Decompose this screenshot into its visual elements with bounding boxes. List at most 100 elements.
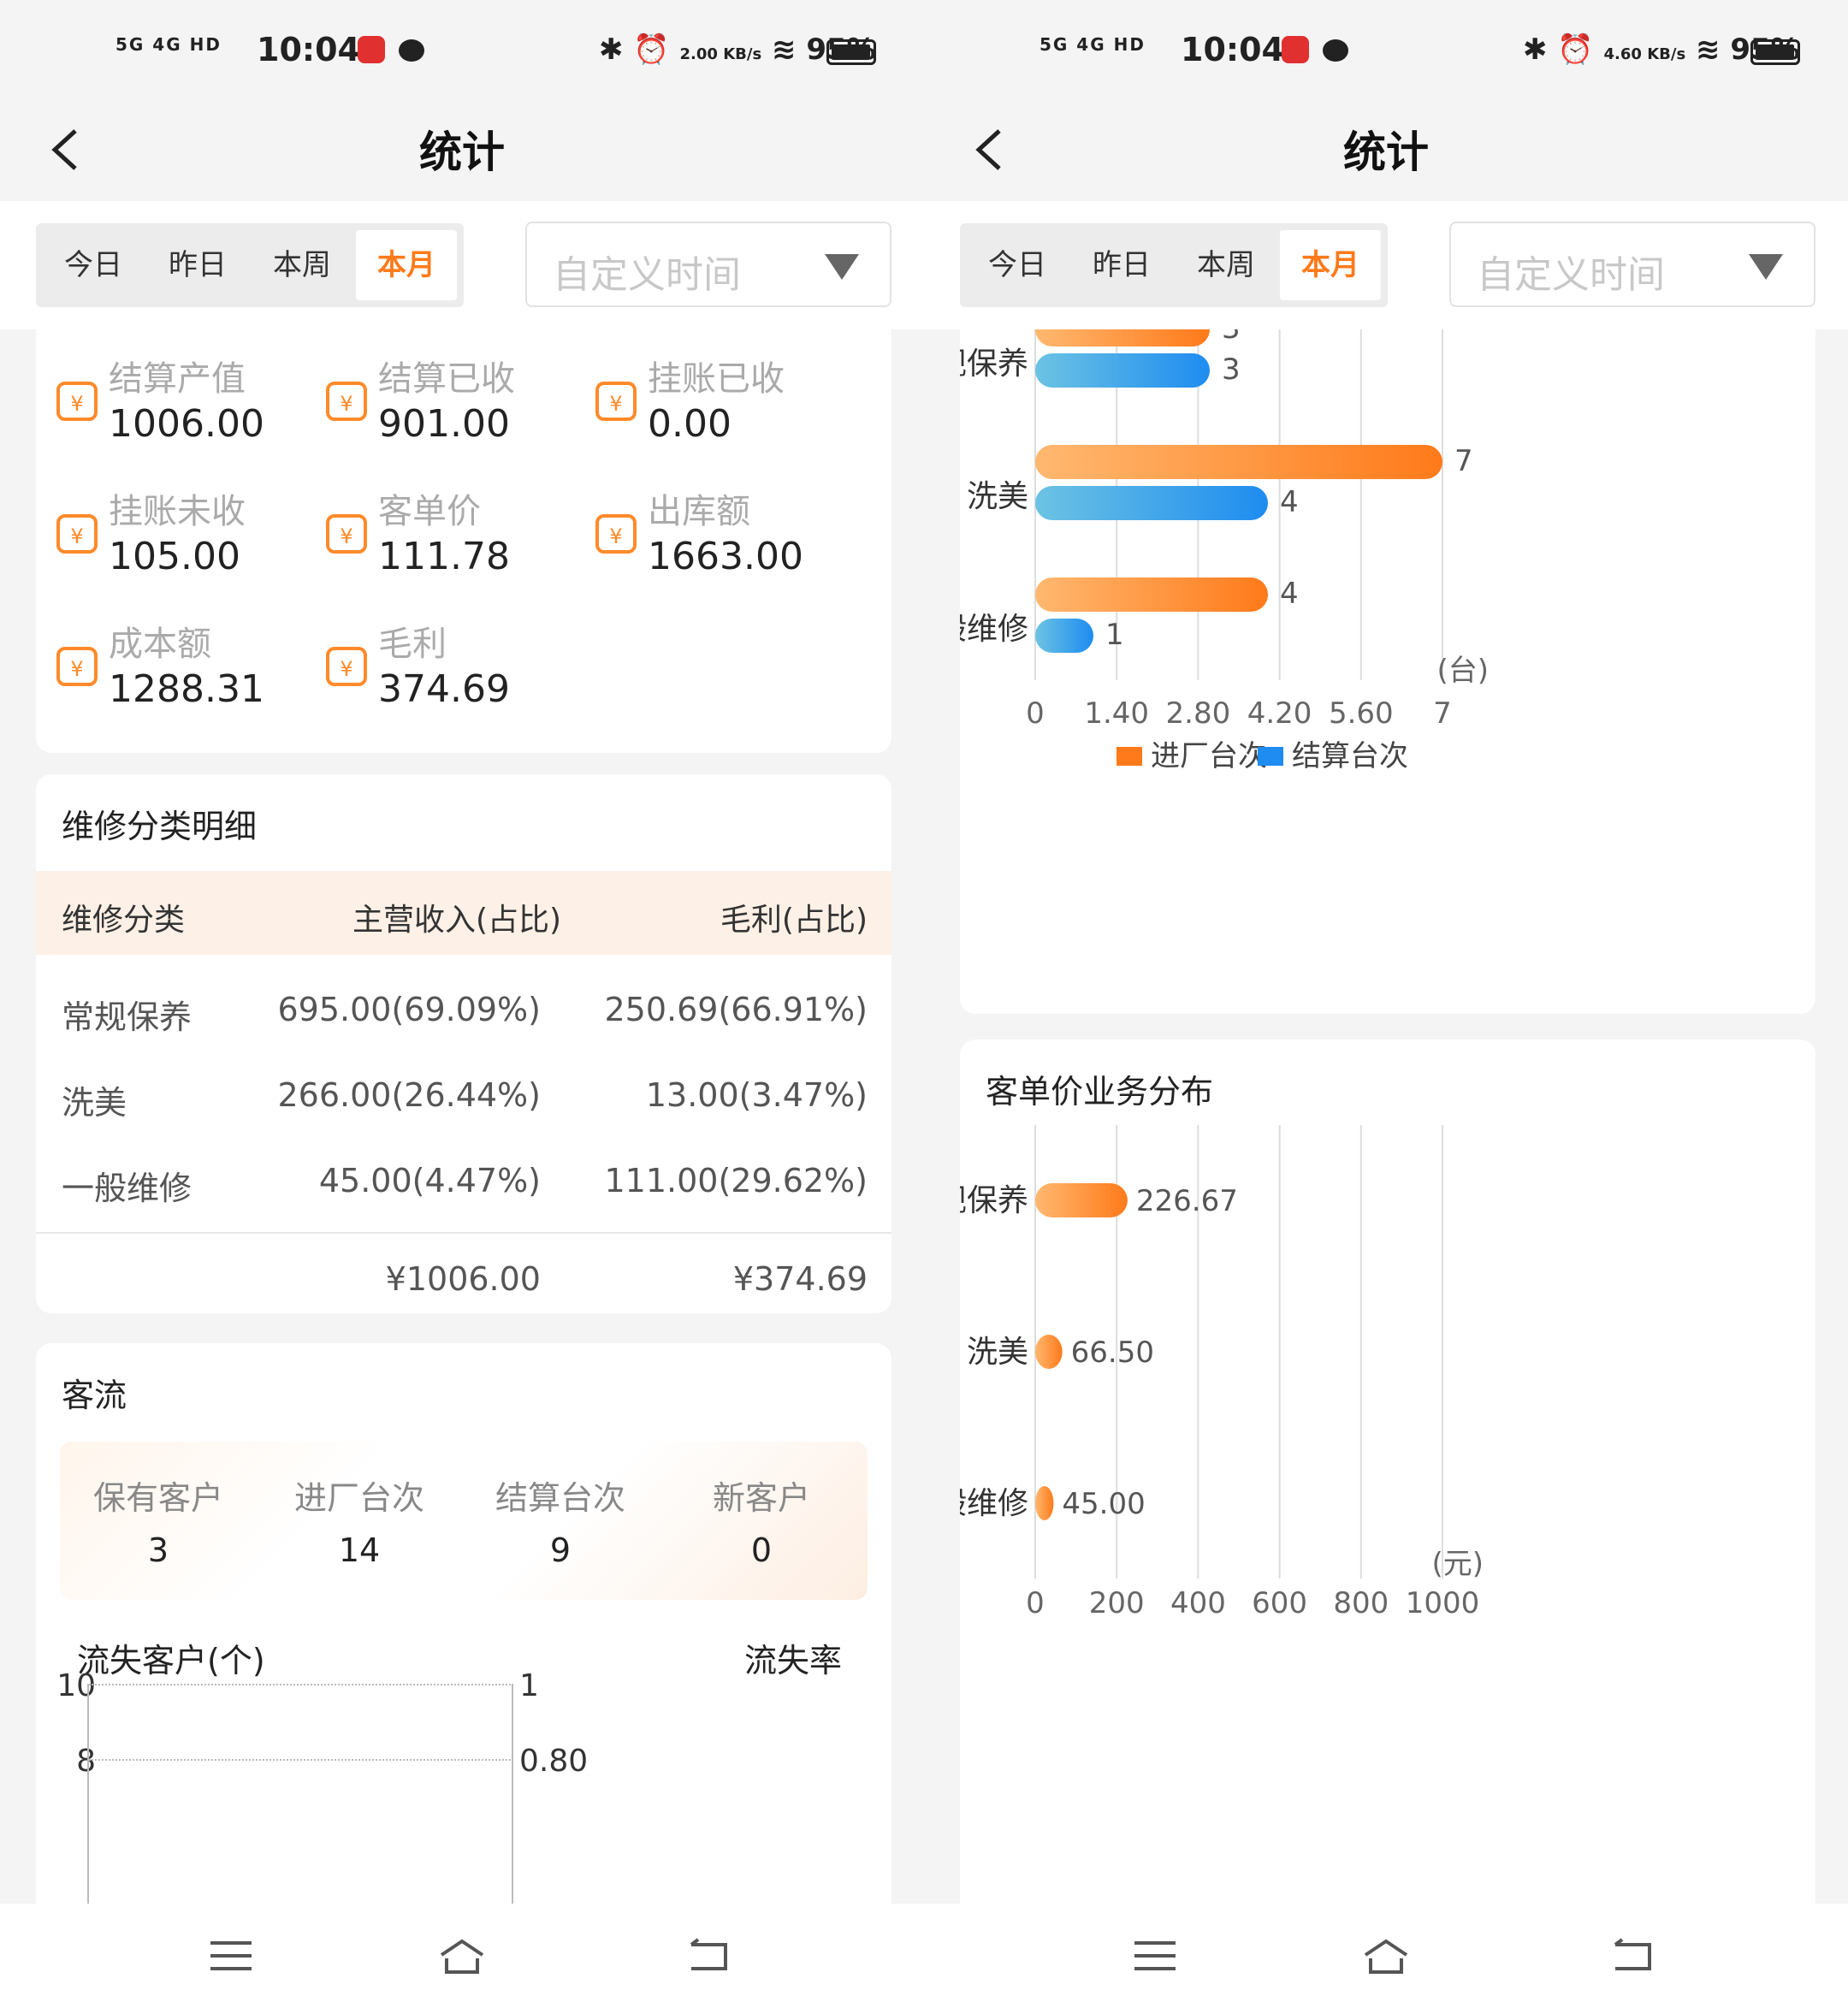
- custom-time-dropdown[interactable]: 自定义时间: [1449, 222, 1815, 307]
- tab-this-month[interactable]: 本月: [356, 230, 457, 300]
- period-tabs: 今日 昨日 本周 本月: [960, 223, 1388, 307]
- status-time: 10:04: [1181, 31, 1284, 68]
- custom-time-dropdown[interactable]: 自定义时间: [525, 222, 891, 307]
- traffic-card: 客流 保有客户 3 进厂台次 14 结算台次 9 新客户 0 流失客户(个) 流…: [36, 1343, 891, 1904]
- bar-value-label: 4: [1280, 485, 1299, 519]
- tab-today[interactable]: 今日: [43, 230, 144, 300]
- scroll-content[interactable]: ¥ 结算产值 1006.00 ¥ 结算已收 901.00 ¥ 挂账已收 0.00 ¥ 挂账未收 105…: [0, 329, 924, 1904]
- calendar-yuan-check-icon: ¥: [595, 382, 637, 421]
- tab-this-month[interactable]: 本月: [1280, 230, 1381, 300]
- svg-text:¥: ¥: [340, 392, 352, 416]
- kpi-value: 901.00: [378, 402, 510, 446]
- kpi-label: 挂账未收: [109, 492, 246, 531]
- category-label: 常规保养: [960, 1183, 1028, 1218]
- tab-today[interactable]: 今日: [967, 230, 1068, 300]
- tab-this-week[interactable]: 本周: [1176, 230, 1276, 300]
- table-total-row: ¥1006.00 ¥374.69: [36, 1236, 891, 1320]
- tab-yesterday[interactable]: 昨日: [1071, 230, 1172, 300]
- x-tick-label: 800: [1333, 1586, 1389, 1620]
- lost-customers-label: 流失客户(个): [77, 1642, 265, 1679]
- x-tick-label: 1.40: [1084, 696, 1149, 731]
- menu-icon[interactable]: [1129, 1936, 1181, 1975]
- traffic-value: 3: [147, 1531, 169, 1569]
- row-category: 一般维修: [62, 1170, 192, 1207]
- system-nav-bar: [0, 1904, 924, 2002]
- bar: [1035, 445, 1442, 479]
- right-tick: 1: [519, 1668, 539, 1703]
- app-notification-icon: [358, 36, 385, 63]
- row-profit: 111.00(29.62%): [604, 1162, 868, 1199]
- repair-detail-title: 维修分类明细: [62, 808, 258, 845]
- row-income: 45.00(4.47%): [318, 1162, 541, 1199]
- category-label: 一般维修: [960, 1486, 1028, 1521]
- kpi-card: ¥ 结算产值 1006.00 ¥ 结算已收 901.00 ¥ 挂账已收 0.00 ¥ 挂账未收 105…: [36, 329, 891, 753]
- bluetooth-icon: ✱: [1523, 33, 1548, 67]
- unit-label: (台): [1436, 654, 1489, 688]
- back-nav-icon[interactable]: [684, 1936, 736, 1975]
- kpi-item: ¥ 毛利 374.69: [305, 599, 579, 727]
- x-tick-label: 200: [1089, 1586, 1145, 1620]
- dropdown-arrow-icon: [1749, 254, 1783, 280]
- traffic-label: 结算台次: [495, 1479, 625, 1517]
- bar-value-label: 3: [1222, 352, 1241, 387]
- row-category: 洗美: [62, 1084, 127, 1122]
- custom-time-placeholder: 自定义时间: [1477, 253, 1665, 297]
- x-tick-label: 4.20: [1247, 696, 1312, 731]
- kpi-label: 结算产值: [109, 359, 246, 399]
- tab-yesterday[interactable]: 昨日: [147, 230, 248, 300]
- traffic-value: 14: [338, 1531, 381, 1569]
- bar: [1035, 578, 1268, 612]
- kpi-label: 出库额: [648, 492, 750, 531]
- kpi-item: ¥ 结算已收 901.00: [305, 334, 579, 462]
- kpi-value: 374.69: [378, 667, 510, 711]
- row-income: 695.00(69.09%): [277, 991, 541, 1028]
- kpi-label: 结算已收: [378, 359, 515, 399]
- kpi-value: 1006.00: [109, 402, 264, 446]
- message-icon: [399, 39, 424, 62]
- x-tick-label: 0: [1026, 696, 1045, 731]
- traffic-label: 新客户: [712, 1479, 810, 1517]
- col-category: 维修分类: [62, 903, 186, 938]
- back-nav-icon[interactable]: [1608, 1936, 1660, 1975]
- bar-value-label: 1: [1105, 618, 1124, 652]
- x-tick-label: 1000: [1406, 1586, 1480, 1620]
- tab-this-week[interactable]: 本周: [252, 230, 352, 300]
- total-income: ¥1006.00: [385, 1260, 541, 1298]
- svg-text:¥: ¥: [70, 392, 83, 416]
- home-icon[interactable]: [1360, 1936, 1412, 1975]
- vehicle-count-chart: 0 1.40 2.80 4.20 5.60 7 (台) 常规保养 3 3 洗美 7 4 一般维修 4 1 进厂台…: [924, 329, 1489, 773]
- bluetooth-icon: ✱: [599, 33, 624, 67]
- svg-text:¥: ¥: [609, 524, 622, 548]
- avg-price-chart: 0 200 400 600 800 1000 (元) 常规保养 226.67 洗美 66.50 一般维…: [924, 1125, 1484, 1620]
- nav-bar: 统计: [924, 103, 1848, 201]
- legend-label: 进厂台次: [1151, 739, 1267, 773]
- yuan-chart-icon: ¥: [56, 382, 98, 421]
- custom-time-placeholder: 自定义时间: [553, 253, 741, 297]
- scroll-content[interactable]: 0 1.40 2.80 4.20 5.60 7 (台) 常规保养 3 3 洗美 7 4 一般维修 4 1 进厂台…: [924, 329, 1848, 1904]
- table-row: 常规保养 695.00(69.09%) 250.69(66.91%): [36, 967, 891, 1051]
- wifi-icon: ≋: [772, 33, 797, 67]
- category-label: 洗美: [967, 1335, 1028, 1370]
- wifi-icon: ≋: [1696, 33, 1721, 67]
- legend-label: 结算台次: [1292, 739, 1408, 773]
- kpi-item: ¥ 结算产值 1006.00: [36, 334, 310, 462]
- kpi-value: 1288.31: [109, 667, 264, 711]
- table-divider: [36, 1232, 891, 1234]
- x-tick-label: 0: [1026, 1586, 1045, 1620]
- kpi-label: 毛利: [378, 625, 447, 664]
- right-axis: [512, 1684, 513, 1904]
- calendar-yuan-clock-icon: ¥: [56, 514, 98, 554]
- bar-value-label: 3: [1222, 329, 1241, 346]
- menu-icon[interactable]: [205, 1936, 257, 1975]
- period-tabs: 今日 昨日 本周 本月: [36, 223, 464, 307]
- person-icon: ¥: [326, 514, 367, 554]
- yuan-search-icon: ¥: [56, 647, 98, 686]
- bar-value-label: 7: [1454, 444, 1473, 478]
- kpi-value: 111.78: [378, 535, 510, 578]
- avg-price-chart-title: 客单价业务分布: [986, 1073, 1214, 1111]
- kpi-label: 挂账已收: [648, 359, 785, 399]
- bag-yuan-icon: ¥: [326, 647, 367, 686]
- home-icon[interactable]: [436, 1936, 488, 1975]
- bar: [1035, 353, 1210, 388]
- kpi-value: 0.00: [648, 402, 732, 446]
